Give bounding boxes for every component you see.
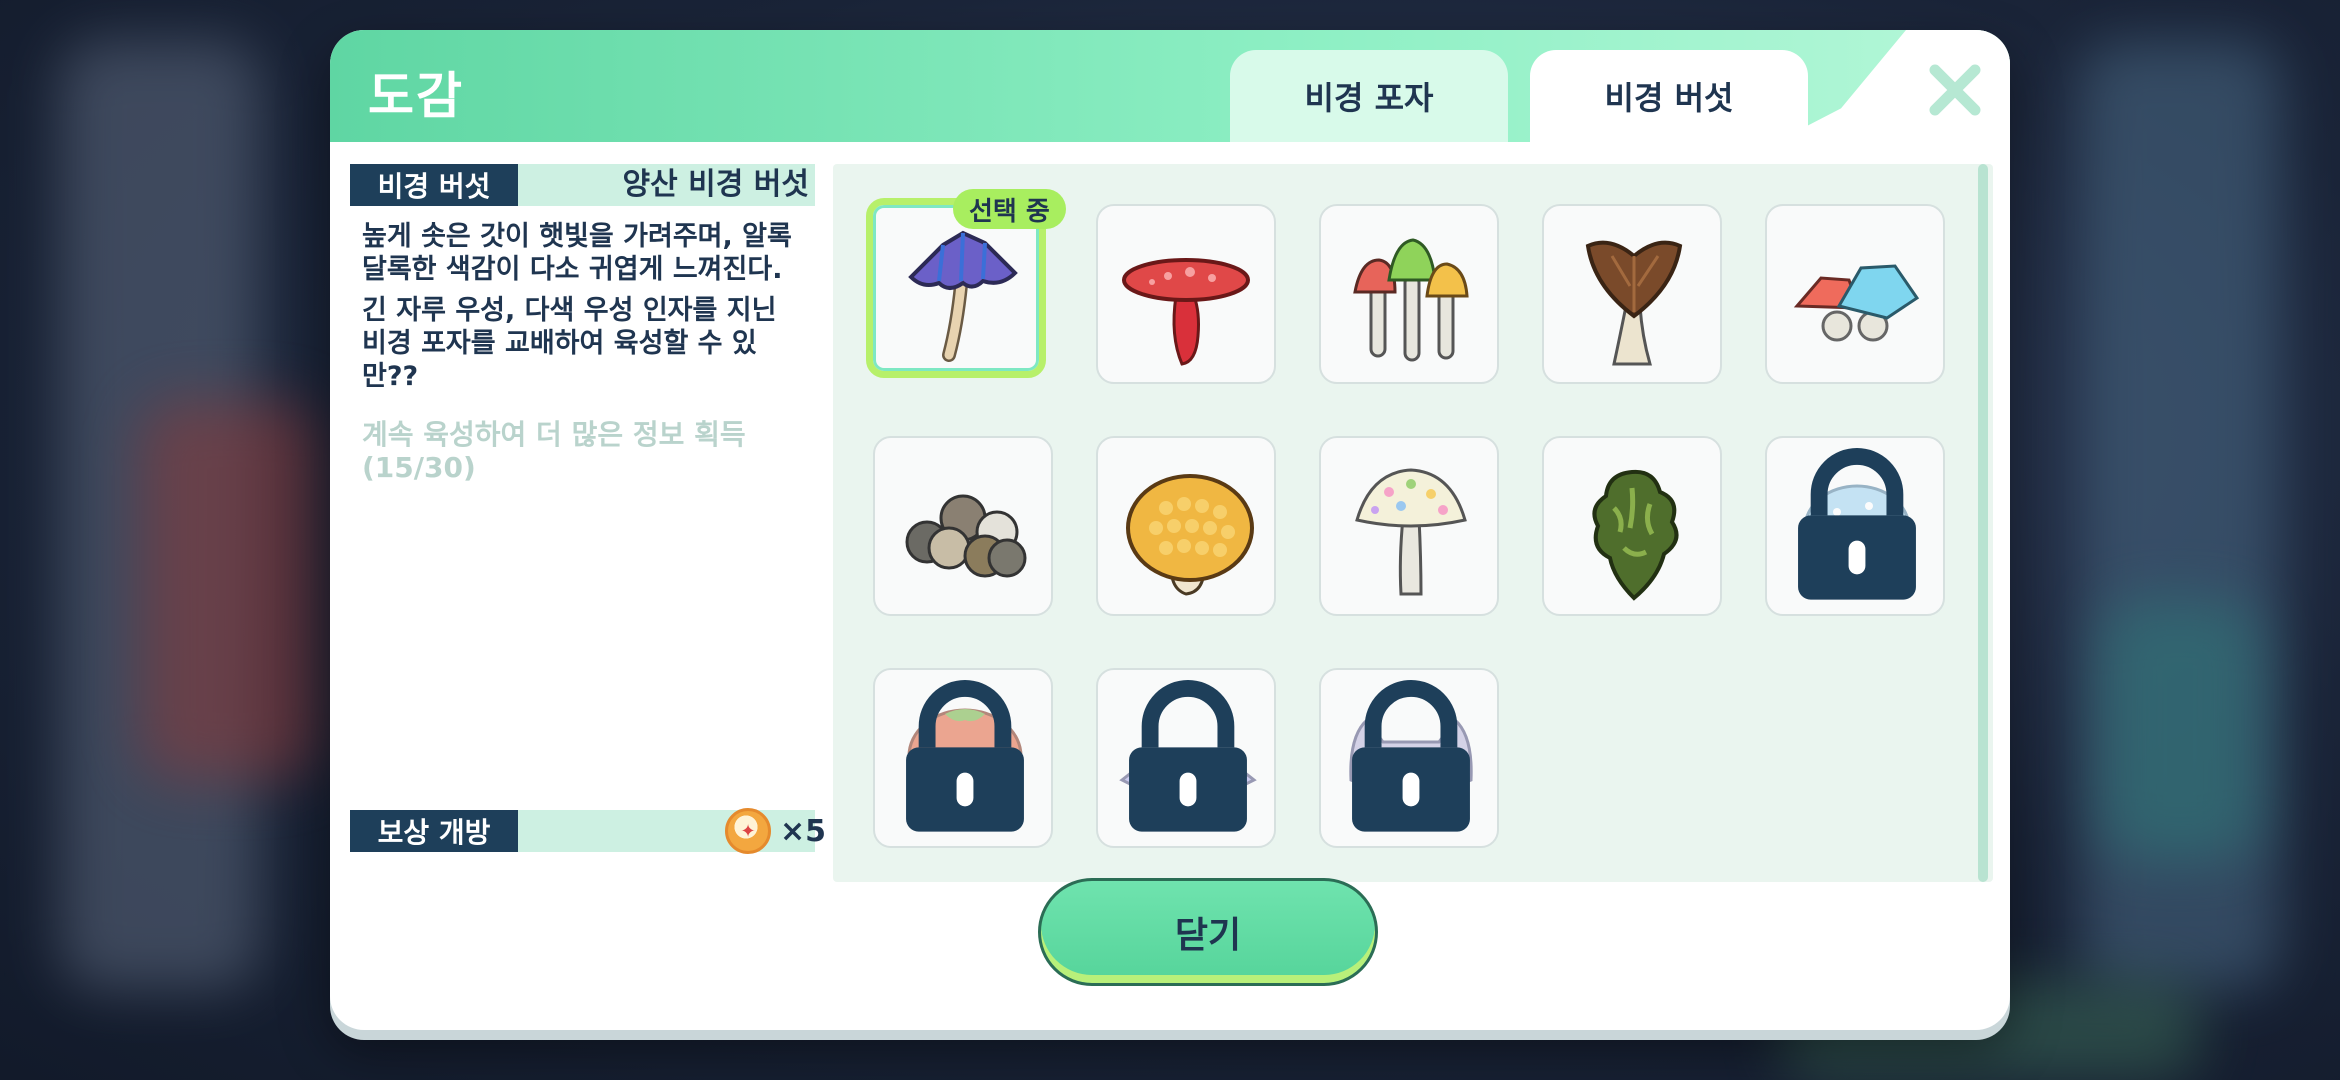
mushroom-cell-10[interactable] — [1765, 436, 1945, 616]
lock-icon — [1798, 448, 1916, 600]
item-description-2: 긴 자루 우성, 다색 우성 인자를 지닌 비경 포자를 교배하여 육성할 수 … — [362, 295, 777, 392]
lock-icon — [1352, 680, 1470, 832]
mushroom-cell-9[interactable] — [1542, 436, 1722, 616]
mushroom-cell-11[interactable] — [873, 668, 1053, 848]
reward-count: ×5 — [780, 814, 827, 849]
mushroom-cell-5[interactable] — [1765, 204, 1945, 384]
reward-row: 보상 개방 ✦ ×5 — [350, 808, 826, 854]
item-name: 양산 비경 버섯 — [622, 167, 810, 202]
item-description-1: 높게 솟은 갓이 햇빛을 가려주며, 알록 달록한 색감이 다소 귀엽게 느껴진… — [362, 221, 792, 285]
crystal-mushroom-icon — [1793, 264, 1920, 342]
tab-mushrooms[interactable]: 비경 버섯 — [1530, 50, 1808, 142]
mushroom-cell-6[interactable] — [873, 436, 1053, 616]
mushroom-cell-2[interactable] — [1096, 204, 1276, 384]
golden-honeycomb-mushroom-icon — [1126, 474, 1254, 596]
close-button[interactable]: 닫기 — [1038, 878, 1378, 986]
tab-spores[interactable]: 비경 포자 — [1230, 50, 1508, 142]
polka-dot-mushroom-icon — [1355, 468, 1467, 596]
green-coral-mushroom-icon — [1592, 469, 1679, 601]
mushroom-cell-1[interactable]: 선택 중 — [866, 189, 1066, 378]
selected-badge: 선택 중 — [953, 189, 1066, 229]
purple-umbrella-mushroom-icon — [908, 230, 1018, 362]
coin-icon: ✦ — [725, 808, 771, 854]
scrollbar[interactable] — [1978, 164, 1988, 882]
gray-mushroom-cluster-icon — [905, 494, 1027, 578]
mushroom-cell-8[interactable] — [1319, 436, 1499, 616]
progress-hint: 계속 육성하여 더 많은 정보 획득 (15/30) — [362, 418, 746, 484]
close-icon[interactable] — [1925, 60, 1985, 120]
lock-icon — [1129, 680, 1247, 832]
mushroom-cell-7[interactable] — [1096, 436, 1276, 616]
mushroom-cell-3[interactable] — [1319, 204, 1499, 384]
encyclopedia-dialog: 도감 비경 포자 비경 버섯 비경 버섯 양산 비경 버섯 높게 솟은 갓이 햇… — [330, 30, 2010, 1030]
mushroom-cell-12[interactable] — [1096, 668, 1276, 848]
category-tag: 비경 버섯 — [350, 164, 518, 206]
item-header-row: 비경 버섯 양산 비경 버섯 — [350, 164, 815, 206]
brown-leaf-mushroom-icon — [1585, 240, 1683, 366]
reward-tag: 보상 개방 — [350, 810, 518, 852]
tricolor-mushroom-cluster-icon — [1353, 238, 1469, 362]
red-spotted-mushroom-icon — [1122, 258, 1250, 366]
dialog-title: 도감 — [368, 67, 464, 125]
mushroom-cell-13[interactable] — [1319, 668, 1499, 848]
lock-icon — [906, 680, 1024, 832]
mushroom-cell-4[interactable] — [1542, 204, 1722, 384]
